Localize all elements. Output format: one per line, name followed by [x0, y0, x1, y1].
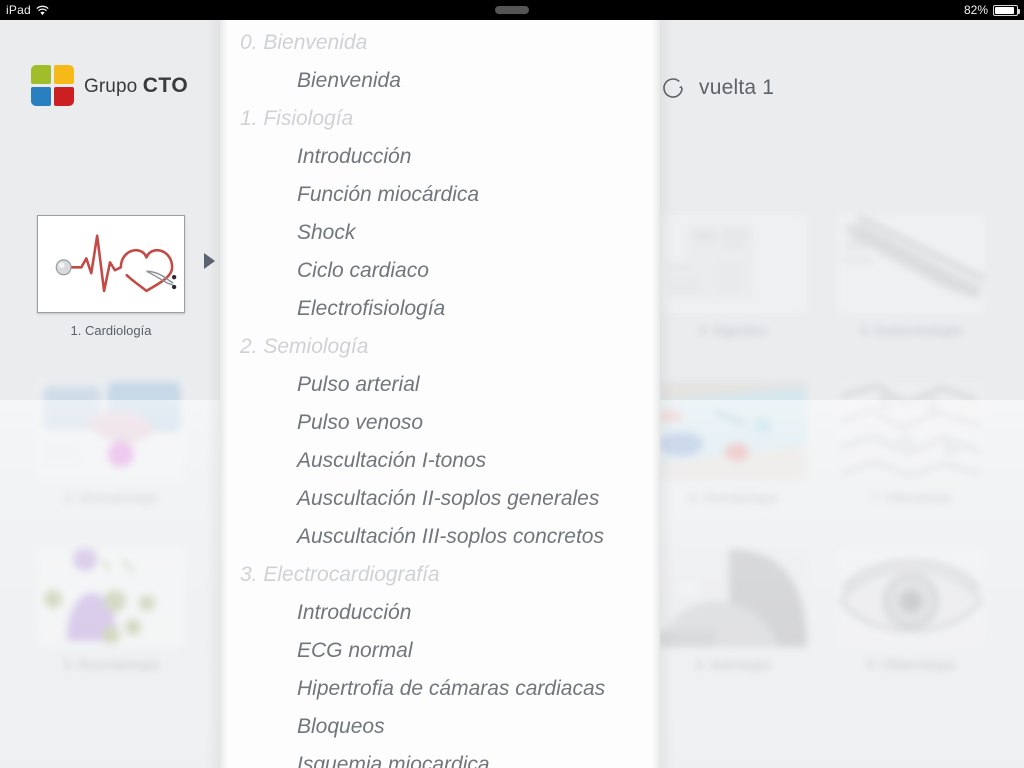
grid-cell-label: 3. Reumatología [63, 657, 159, 672]
grid-cell[interactable]: 3. Reumatología [22, 549, 200, 672]
thumbnail-artwork [837, 382, 985, 480]
battery-fill [995, 6, 1014, 14]
thumbnail-artwork [837, 549, 985, 647]
thumbnail-artwork [37, 382, 185, 480]
battery-icon [993, 4, 1020, 16]
menu-section-header: 2. Semiología [240, 335, 369, 358]
grid-cell-label: 1. Cardiología [70, 323, 152, 338]
menu-item[interactable]: Hipertrofia de cámaras cardiacas [220, 670, 660, 708]
round-label: vuelta 1 [699, 76, 775, 99]
grid-cell-label: 7. Infecciosas [871, 490, 951, 505]
menu-item[interactable]: Bienvenida [220, 62, 660, 100]
menu-item[interactable]: ECG normal [220, 632, 660, 670]
round-indicator[interactable]: vuelta 1 [661, 75, 774, 101]
grid-cell[interactable]: 7. Infecciosas [822, 382, 1000, 505]
grid-cell-label: 4. Digestivo [699, 323, 767, 338]
device-name: iPad [6, 3, 31, 17]
grid-cell-thumbnail[interactable] [837, 549, 985, 647]
grid-cell[interactable]: 5. Endocrinología [822, 215, 1000, 338]
menu-item[interactable]: Función miocárdica [220, 176, 660, 214]
menu-section-header: 0. Bienvenida [240, 31, 368, 54]
wifi-icon [36, 5, 49, 15]
status-bar-left: iPad [6, 0, 49, 20]
menu-item[interactable]: Auscultación II-soplos generales [220, 480, 660, 518]
grid-cell[interactable]: 9. Oftalmología [822, 549, 1000, 672]
thumbnail-artwork [659, 382, 807, 480]
status-bar-center-pill [495, 6, 529, 14]
thumbnail-artwork [659, 549, 807, 647]
grid-cell-thumbnail[interactable] [659, 549, 807, 647]
status-bar-right: 82% [963, 0, 1020, 20]
chapter-menu-panel[interactable]: 0. Bienvenida Bienvenida 1. Fisiología Intr… [220, 20, 660, 768]
menu-item[interactable]: Auscultación III-soplos concretos [220, 518, 660, 556]
grid-cell[interactable]: 2. Dermatología [22, 382, 200, 505]
menu-item[interactable]: Introducción [220, 138, 660, 176]
disclosure-triangle-icon[interactable] [204, 253, 215, 269]
grid-cell-thumbnail[interactable] [37, 382, 185, 480]
grid-cell[interactable]: 6. Hematología [644, 382, 822, 505]
thumbnail-artwork [37, 549, 185, 647]
menu-item[interactable]: Bloqueos [220, 708, 660, 746]
grid-cell[interactable]: 4. Digestivo [644, 215, 822, 338]
thumbnail-artwork [837, 215, 985, 313]
menu-item[interactable]: Electrofisiología [220, 290, 660, 328]
ipad-screen: Grupo CTO 1. Cardiología 2. Dermatología [0, 0, 1024, 768]
grid-cell-thumbnail[interactable] [37, 215, 185, 313]
menu-item[interactable]: Shock [220, 214, 660, 252]
battery-percent-label: 82% [963, 3, 988, 17]
grid-cell-label: 9. Oftalmología [866, 657, 956, 672]
grid-cell-thumbnail[interactable] [659, 382, 807, 480]
grid-cell-label: 2. Dermatología [64, 490, 158, 505]
menu-item[interactable]: Pulso venoso [220, 404, 660, 442]
menu-section-header: 1. Fisiología [240, 107, 354, 130]
rotate-arrow-icon [663, 78, 683, 98]
grid-cell-thumbnail[interactable] [837, 215, 985, 313]
menu-item[interactable]: Ciclo cardiaco [220, 252, 660, 290]
grid-cell-thumbnail[interactable] [659, 215, 807, 313]
menu-section-header: 3. Electrocardiografía [240, 563, 440, 586]
menu-item[interactable]: Isquemia miocardica [220, 746, 660, 768]
grid-cell-thumbnail[interactable] [37, 549, 185, 647]
grid-cell[interactable]: 8. Nefrología [644, 549, 822, 672]
grid-cell[interactable]: 1. Cardiología [22, 215, 200, 338]
grid-cell-label: 6. Hematología [688, 490, 778, 505]
menu-item[interactable]: Pulso arterial [220, 366, 660, 404]
grid-cell-thumbnail[interactable] [837, 382, 985, 480]
ios-status-bar: iPad 82% [0, 0, 1024, 20]
menu-item[interactable]: Introducción [220, 594, 660, 632]
ecg-heart-stethoscope-icon [55, 234, 177, 293]
menu-item[interactable]: Auscultación I-tonos [220, 442, 660, 480]
thumbnail-artwork [659, 215, 807, 313]
grid-cell-label: 5. Endocrinología [860, 323, 962, 338]
chapter-menu-list[interactable]: 0. Bienvenida Bienvenida 1. Fisiología Intr… [220, 20, 660, 768]
grid-cell-label: 8. Nefrología [695, 657, 771, 672]
